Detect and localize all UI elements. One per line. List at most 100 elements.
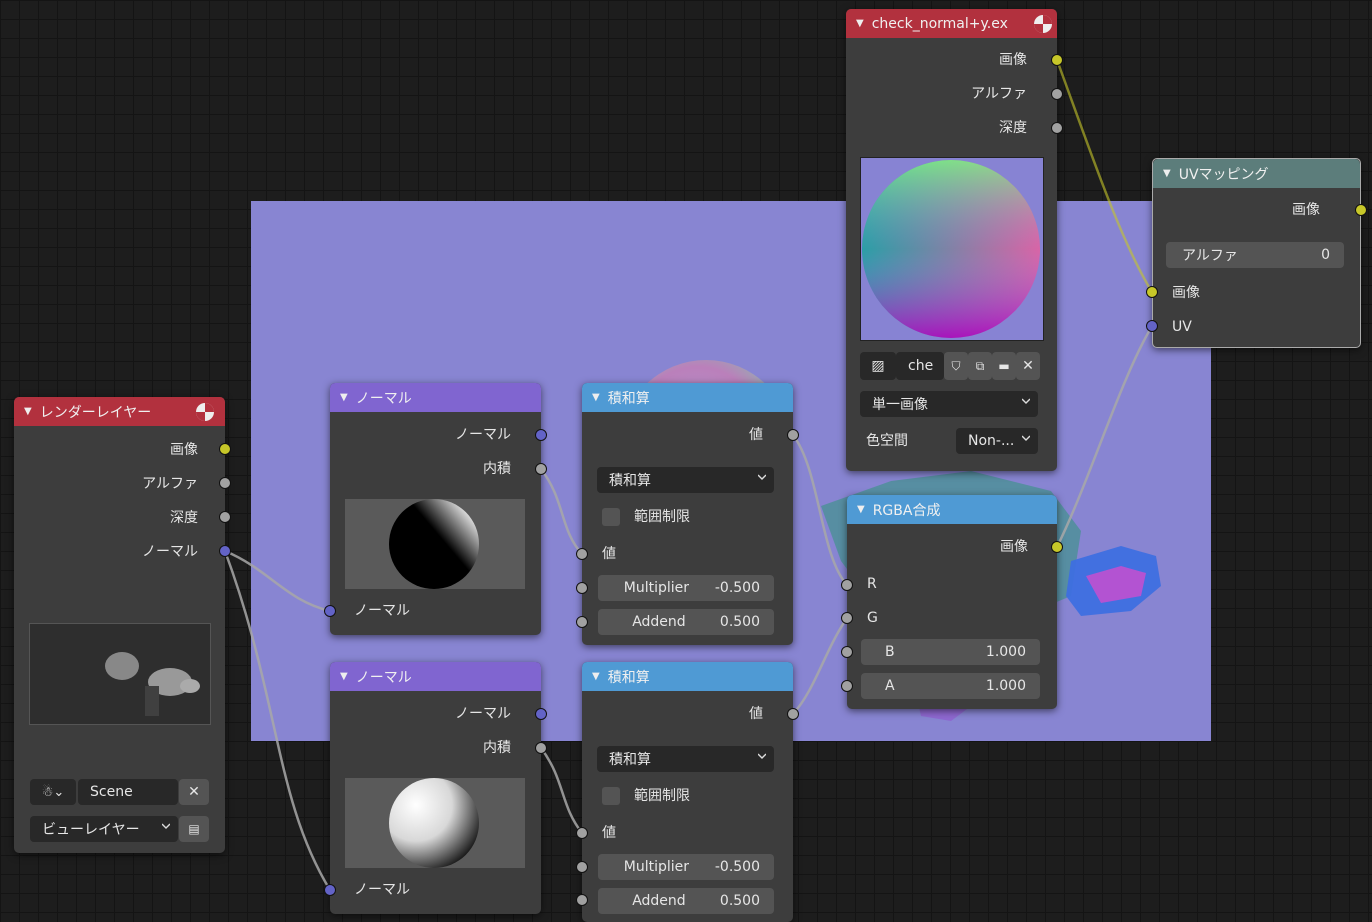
normal-sphere[interactable]: [345, 499, 525, 589]
uv-map-node[interactable]: ▼ UVマッピング 画像 アルファ 0 画像 UV: [1152, 158, 1361, 348]
input-normal-label: ノーマル: [354, 882, 410, 898]
node-header[interactable]: ▼ レンダーレイヤー: [14, 397, 225, 426]
image-node[interactable]: ▼ check_normal+y.ex 画像 アルファ 深度 ▨ che ⛉ ⧉…: [846, 9, 1057, 471]
unlink-image-button[interactable]: ✕: [1016, 352, 1040, 380]
socket-input-value[interactable]: [576, 827, 588, 839]
view-layer-dropdown[interactable]: ビューレイヤー: [30, 816, 178, 842]
socket-input-normal[interactable]: [324, 884, 336, 896]
collapse-icon[interactable]: ▼: [592, 671, 600, 682]
output-image-label: 画像: [999, 52, 1027, 68]
socket-output-normal[interactable]: [535, 708, 547, 720]
socket-input-addend[interactable]: [576, 616, 588, 628]
addend-field[interactable]: Addend 0.500: [598, 609, 774, 635]
socket-output-value[interactable]: [787, 708, 799, 720]
socket-output-image[interactable]: [1355, 204, 1367, 216]
collapse-icon[interactable]: ▼: [24, 406, 32, 417]
render-icon[interactable]: [1033, 14, 1053, 34]
output-image-label: 画像: [1000, 539, 1028, 555]
node-title: ノーマル: [355, 390, 412, 407]
a-field[interactable]: A 1.000: [861, 673, 1040, 699]
normal-node-bottom[interactable]: ▼ ノーマル ノーマル 内積 ノーマル: [330, 662, 541, 914]
operation-dropdown[interactable]: 積和算: [597, 467, 774, 493]
socket-input-uv[interactable]: [1146, 320, 1158, 332]
multiply-add-node-bottom[interactable]: ▼ 積和算 値 積和算 範囲制限 値 Multiplier -0.500 Add…: [582, 662, 793, 922]
socket-input-g[interactable]: [841, 612, 853, 624]
socket-input-normal[interactable]: [324, 605, 336, 617]
colorspace-dropdown[interactable]: Non-...: [956, 428, 1038, 454]
b-value: 1.000: [985, 644, 1026, 660]
input-image-label: 画像: [1172, 285, 1200, 301]
close-icon: ✕: [1022, 358, 1034, 374]
socket-input-b[interactable]: [841, 646, 853, 658]
scene-selector-icon[interactable]: ☃⌄: [30, 779, 76, 805]
collapse-icon[interactable]: ▼: [856, 18, 864, 29]
socket-output-image[interactable]: [219, 443, 231, 455]
socket-input-value[interactable]: [576, 548, 588, 560]
socket-output-dot[interactable]: [535, 742, 547, 754]
socket-output-dot[interactable]: [535, 463, 547, 475]
node-header[interactable]: ▼ ノーマル: [330, 383, 541, 412]
collapse-icon[interactable]: ▼: [340, 392, 348, 403]
multiplier-field[interactable]: Multiplier -0.500: [598, 575, 774, 601]
source-dropdown[interactable]: 単一画像: [860, 391, 1038, 417]
socket-output-image[interactable]: [1051, 54, 1063, 66]
socket-output-image[interactable]: [1051, 541, 1063, 553]
alpha-field[interactable]: アルファ 0: [1166, 242, 1344, 268]
socket-input-multiplier[interactable]: [576, 582, 588, 594]
scene-field[interactable]: Scene: [78, 779, 178, 805]
node-title: ノーマル: [355, 669, 412, 686]
socket-output-normal[interactable]: [219, 545, 231, 557]
multiplier-label: Multiplier: [623, 859, 690, 875]
input-g-label: G: [867, 610, 878, 626]
operation-dropdown[interactable]: 積和算: [597, 746, 774, 772]
image-browse-button[interactable]: ▨: [860, 352, 896, 380]
socket-output-normal[interactable]: [535, 429, 547, 441]
addend-field[interactable]: Addend 0.500: [598, 888, 774, 914]
socket-output-depth[interactable]: [219, 511, 231, 523]
socket-input-a[interactable]: [841, 680, 853, 692]
socket-input-r[interactable]: [841, 579, 853, 591]
collapse-icon[interactable]: ▼: [592, 392, 600, 403]
multiply-add-node-top[interactable]: ▼ 積和算 値 積和算 範囲制限 値 Multiplier -0.500 Add…: [582, 383, 793, 645]
normal-sphere[interactable]: [345, 778, 525, 868]
addend-label: Addend: [632, 614, 686, 630]
input-r-label: R: [867, 576, 877, 592]
socket-output-depth[interactable]: [1051, 122, 1063, 134]
node-header[interactable]: ▼ RGBA合成: [847, 495, 1057, 524]
shield-icon: ⛉: [951, 358, 961, 373]
scene-clear-button[interactable]: ✕: [179, 779, 209, 805]
collapse-icon[interactable]: ▼: [857, 504, 865, 515]
socket-output-alpha[interactable]: [1051, 88, 1063, 100]
node-header[interactable]: ▼ 積和算: [582, 662, 793, 691]
socket-input-multiplier[interactable]: [576, 861, 588, 873]
normal-node-top[interactable]: ▼ ノーマル ノーマル 内積 ノーマル: [330, 383, 541, 635]
node-title: 積和算: [607, 390, 650, 407]
new-image-button[interactable]: ⧉: [968, 352, 992, 380]
render-icon[interactable]: [195, 402, 215, 422]
output-normal-label: ノーマル: [455, 427, 511, 443]
socket-input-image[interactable]: [1146, 286, 1158, 298]
node-header[interactable]: ▼ 積和算: [582, 383, 793, 412]
output-alpha-label: アルファ: [971, 86, 1027, 102]
combine-rgba-node[interactable]: ▼ RGBA合成 画像 R G B 1.000 A 1.000: [847, 495, 1057, 709]
collapse-icon[interactable]: ▼: [340, 671, 348, 682]
view-layer-button[interactable]: ▤: [179, 816, 209, 842]
fake-user-button[interactable]: ⛉: [944, 352, 968, 380]
open-image-button[interactable]: ▬: [992, 352, 1016, 380]
node-header[interactable]: ▼ UVマッピング: [1153, 159, 1360, 188]
chevron-down-icon: [1022, 398, 1030, 404]
node-header[interactable]: ▼ check_normal+y.ex: [846, 9, 1057, 38]
image-name-field[interactable]: che: [896, 352, 944, 380]
collapse-icon[interactable]: ▼: [1163, 168, 1171, 179]
node-header[interactable]: ▼ ノーマル: [330, 662, 541, 691]
render-layers-node[interactable]: ▼ レンダーレイヤー 画像 アルファ 深度 ノーマル ☃⌄ Scene ✕ ビュ…: [14, 397, 225, 853]
socket-input-addend[interactable]: [576, 894, 588, 906]
socket-output-alpha[interactable]: [219, 477, 231, 489]
normal-direction-widget[interactable]: [345, 778, 525, 868]
b-field[interactable]: B 1.000: [861, 639, 1040, 665]
multiplier-field[interactable]: Multiplier -0.500: [598, 854, 774, 880]
socket-output-value[interactable]: [787, 429, 799, 441]
layers-icon: ▤: [188, 822, 200, 836]
normal-direction-widget[interactable]: [345, 499, 525, 589]
input-normal-label: ノーマル: [354, 603, 410, 619]
